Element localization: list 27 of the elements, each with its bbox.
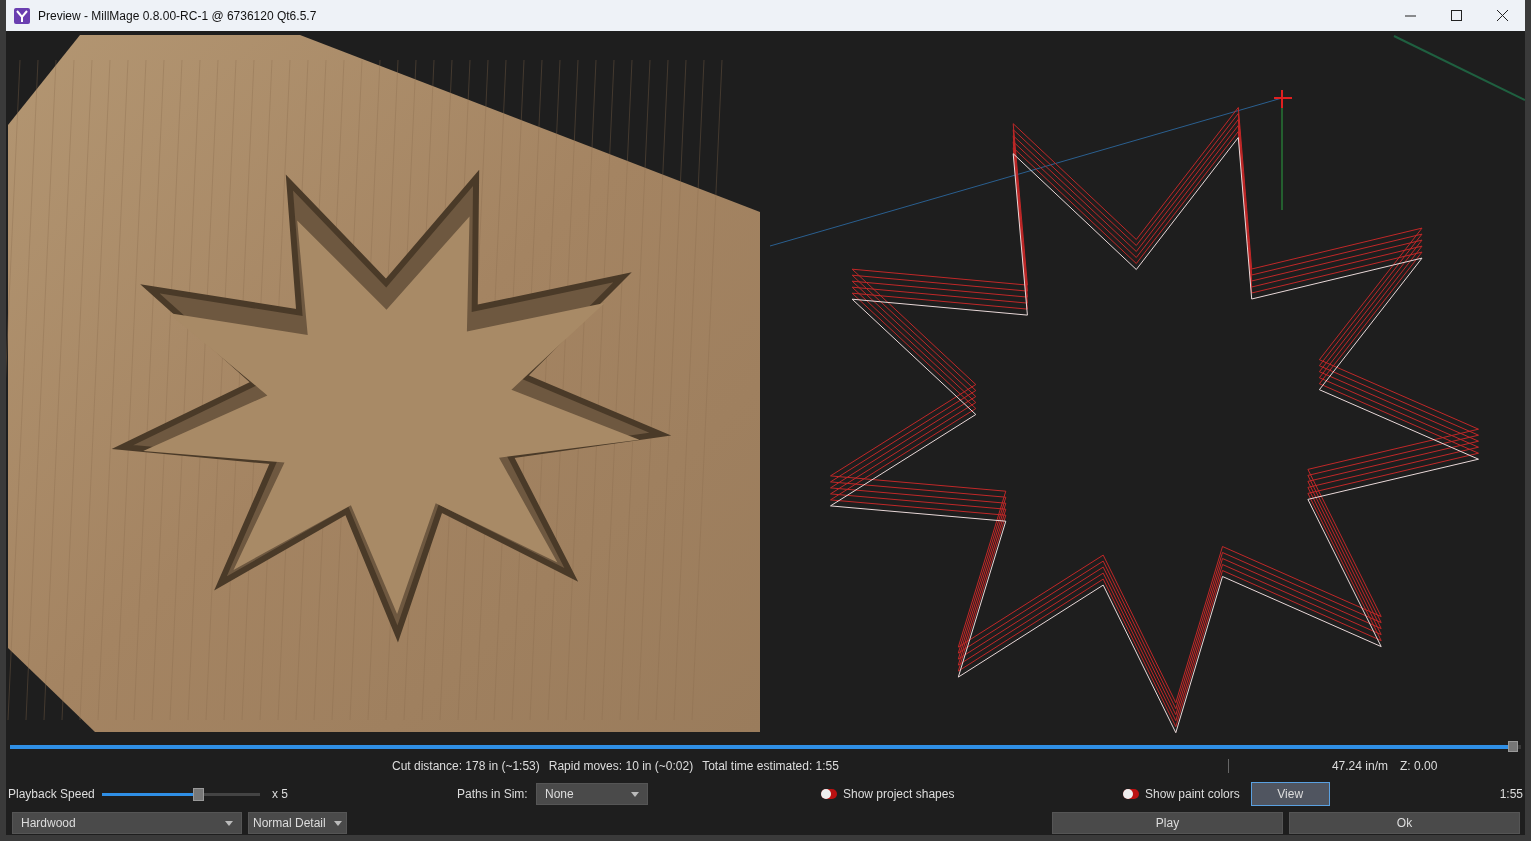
caret-icon bbox=[225, 820, 233, 826]
stat-text: Rapid moves: 10 in (~0:02) bbox=[548, 759, 694, 773]
window-title: Preview - MillMage 0.8.00-RC-1 @ 6736120 Qt6.5.7 bbox=[38, 8, 318, 23]
elapsed-time-text: 1:55 bbox=[1499, 787, 1523, 801]
playback-speed-label: Playback Speed bbox=[8, 787, 96, 801]
playback-speed-slider[interactable] bbox=[102, 787, 260, 801]
caret-icon bbox=[334, 820, 342, 826]
app-logo-icon bbox=[14, 7, 30, 24]
slider-handle[interactable] bbox=[193, 787, 205, 801]
maximize-icon bbox=[1450, 10, 1462, 21]
speed-multiplier-text: x 5 bbox=[272, 787, 289, 801]
material-dropdown[interactable]: Hardwood bbox=[12, 812, 242, 834]
paths-in-sim-label: Paths in Sim: bbox=[457, 787, 529, 801]
feed-rate-text: 47.24 in/m bbox=[1331, 759, 1388, 773]
detail-dropdown[interactable]: Normal Detail bbox=[248, 812, 347, 834]
action-button[interactable]: Ok bbox=[1289, 812, 1520, 834]
caret-icon bbox=[631, 791, 639, 797]
view-button[interactable]: View bbox=[1250, 782, 1330, 806]
toggle-switch[interactable]: Show paint colors bbox=[1123, 787, 1240, 801]
stat-text: Total time estimated: 1:55 bbox=[702, 759, 839, 773]
action-button[interactable]: Play bbox=[1052, 812, 1283, 834]
z-position-text: Z: 0.00 bbox=[1399, 759, 1438, 773]
paths-dropdown[interactable]: None bbox=[536, 783, 648, 805]
toggle-switch[interactable]: Show project shapes bbox=[821, 787, 955, 801]
timeline-handle[interactable] bbox=[1508, 741, 1519, 752]
stat-text: Cut distance: 178 in (~1:53) bbox=[392, 759, 540, 773]
close-icon bbox=[1496, 10, 1508, 21]
